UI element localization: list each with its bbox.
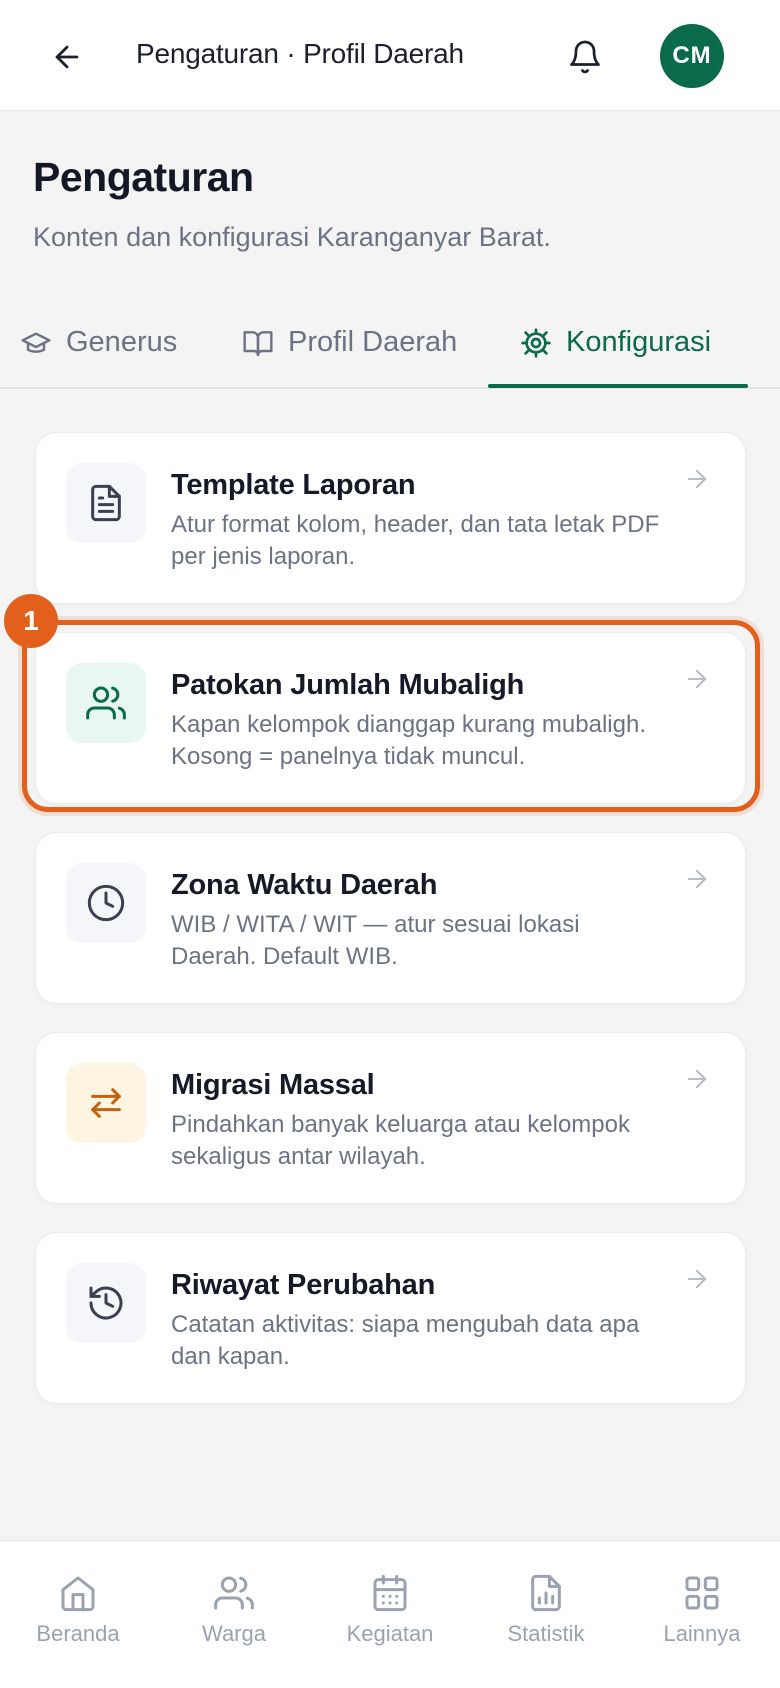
tab-bar: Generus Profil Daerah Konfigurasi xyxy=(0,318,780,389)
graduation-cap-icon xyxy=(21,332,51,353)
tab-label: Konfigurasi xyxy=(566,326,712,358)
home-icon xyxy=(61,1576,95,1612)
clock-icon xyxy=(87,884,125,922)
tab-generus[interactable]: Generus xyxy=(20,318,177,389)
chart-file-icon xyxy=(531,1574,561,1612)
card-riwayat-perubahan[interactable]: Riwayat Perubahan Catatan aktivitas: sia… xyxy=(35,1232,746,1404)
arrow-left-icon xyxy=(55,45,79,69)
card-icon-box xyxy=(66,1263,146,1343)
card-patokan-jumlah-mubaligh[interactable]: Patokan Jumlah Mubaligh Kapan kelompok d… xyxy=(35,632,746,804)
tab-label: Profil Daerah xyxy=(288,326,458,358)
card-migrasi-massal[interactable]: Migrasi Massal Pindahkan banyak keluarga… xyxy=(35,1032,746,1204)
page-subtitle: Konten dan konfigurasi Karanganyar Barat… xyxy=(33,222,551,252)
nav-label: Statistik xyxy=(507,1621,585,1646)
card-icon-box xyxy=(66,663,146,743)
grid-icon xyxy=(685,1576,719,1610)
tab-profil-daerah[interactable]: Profil Daerah xyxy=(242,318,457,389)
nav-warga[interactable]: Warga xyxy=(164,1573,304,1647)
swap-arrows-icon xyxy=(91,1088,121,1118)
card-title: Template Laporan xyxy=(171,469,416,501)
card-title: Riwayat Perubahan xyxy=(171,1269,436,1301)
book-open-icon xyxy=(243,331,273,357)
calendar-icon xyxy=(373,1574,407,1612)
card-title: Zona Waktu Daerah xyxy=(171,869,438,901)
arrow-right-icon xyxy=(687,1269,707,1289)
nav-statistik[interactable]: Statistik xyxy=(476,1573,616,1647)
top-bar: Pengaturan · Profil Daerah CM xyxy=(0,0,780,111)
users-icon xyxy=(86,686,126,720)
page-header-title: Pengaturan · Profil Daerah xyxy=(136,38,464,69)
nav-label: Lainnya xyxy=(663,1621,741,1646)
card-title: Patokan Jumlah Mubaligh xyxy=(171,669,525,701)
card-description: Atur format kolom, header, dan tata leta… xyxy=(171,511,660,570)
page-title: Pengaturan xyxy=(33,154,254,200)
arrow-right-icon xyxy=(687,1069,707,1089)
avatar[interactable]: CM xyxy=(660,24,724,88)
notifications-button[interactable] xyxy=(560,32,610,82)
card-title: Migrasi Massal xyxy=(171,1069,375,1101)
card-template-laporan[interactable]: Template Laporan Atur format kolom, head… xyxy=(35,432,746,604)
card-icon-box xyxy=(66,463,146,543)
arrow-right-icon xyxy=(687,669,707,689)
annotation-badge: 1 xyxy=(4,594,58,648)
tab-label: Generus xyxy=(66,326,178,358)
nav-beranda[interactable]: Beranda xyxy=(8,1573,148,1647)
gear-icon xyxy=(521,328,551,358)
bell-icon xyxy=(570,40,600,74)
arrow-right-icon xyxy=(687,869,707,889)
card-description: Kapan kelompok dianggap kurang mubaligh.… xyxy=(171,711,646,770)
nav-kegiatan[interactable]: Kegiatan xyxy=(320,1573,460,1647)
nav-label: Beranda xyxy=(36,1621,120,1646)
tab-konfigurasi[interactable]: Konfigurasi xyxy=(520,318,711,389)
nav-lainnya[interactable]: Lainnya xyxy=(632,1573,772,1647)
card-icon-box xyxy=(66,863,146,943)
nav-label: Kegiatan xyxy=(346,1621,434,1646)
users-icon xyxy=(214,1576,254,1610)
card-description: Pindahkan banyak keluarga atau kelompok … xyxy=(171,1111,630,1170)
document-icon xyxy=(91,484,121,522)
arrow-right-icon xyxy=(687,469,707,489)
card-zona-waktu-daerah[interactable]: Zona Waktu Daerah WIB / WITA / WIT — atu… xyxy=(35,832,746,1004)
card-description: Catatan aktivitas: siapa mengubah data a… xyxy=(171,1311,640,1370)
card-icon-box xyxy=(66,1063,146,1143)
nav-label: Warga xyxy=(202,1621,266,1646)
back-button[interactable] xyxy=(44,34,90,80)
active-tab-indicator xyxy=(488,384,748,388)
bottom-navigation: Beranda Warga Kegiatan Statistik Lainnya xyxy=(0,1540,780,1688)
card-description: WIB / WITA / WIT — atur sesuai lokasi Da… xyxy=(171,911,580,970)
history-icon xyxy=(89,1286,123,1320)
